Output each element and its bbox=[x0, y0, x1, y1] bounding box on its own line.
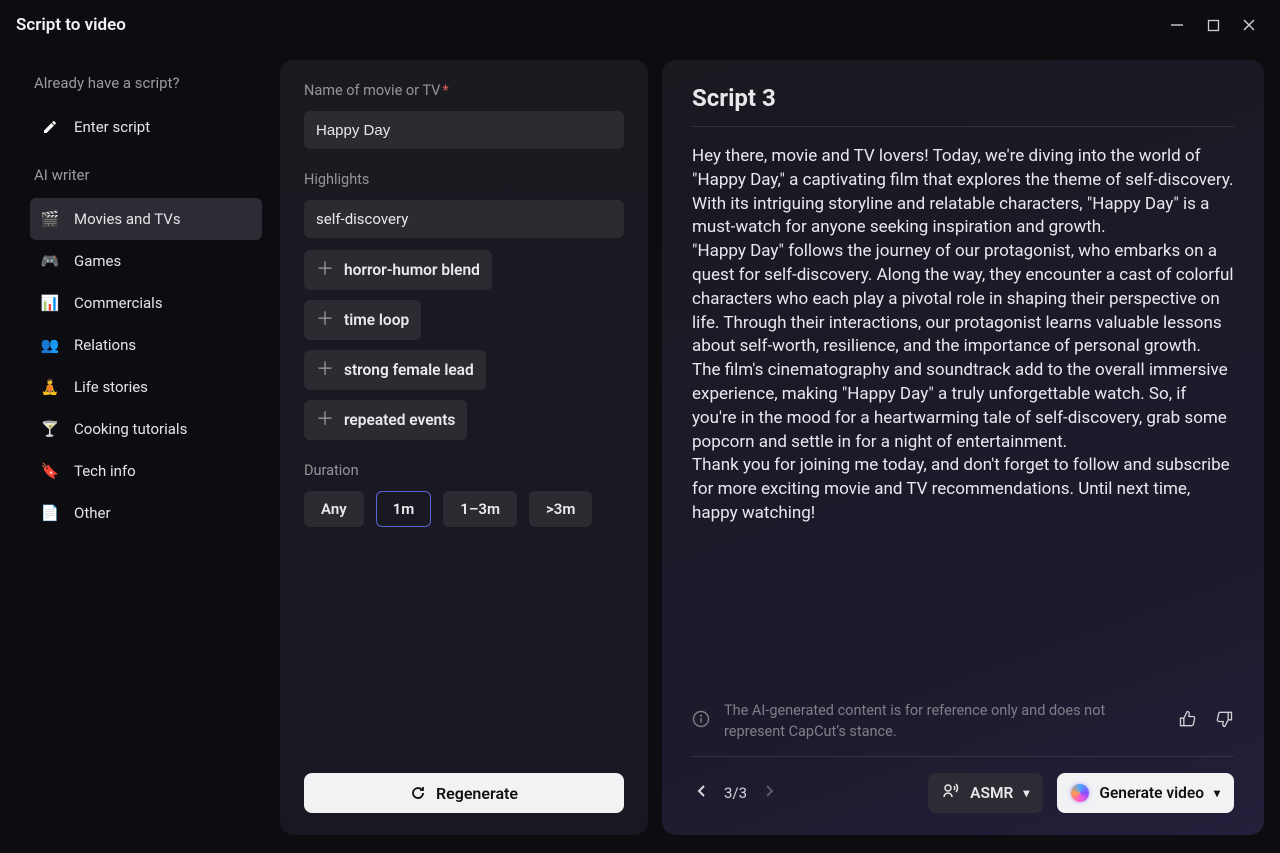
sidebar-item-movies-and-tvs[interactable]: 🎬 Movies and TVs bbox=[30, 198, 262, 240]
enter-script-button[interactable]: Enter script bbox=[30, 106, 262, 148]
sidebar-item-label: Tech info bbox=[74, 462, 136, 480]
sidebar-item-tech-info[interactable]: 🔖 Tech info bbox=[30, 450, 262, 492]
suggestion-chip[interactable]: ＋ horror-humor blend bbox=[304, 250, 492, 290]
category-icon: 🎮 bbox=[40, 251, 60, 271]
suggestion-chip-label: strong female lead bbox=[344, 361, 474, 379]
movie-name-input[interactable] bbox=[304, 111, 624, 149]
sidebar-item-label: Cooking tutorials bbox=[74, 420, 187, 438]
divider bbox=[692, 126, 1234, 127]
maximize-button[interactable] bbox=[1206, 18, 1220, 32]
sidebar-item-commercials[interactable]: 📊 Commercials bbox=[30, 282, 262, 324]
script-paragraph: "Happy Day" follows the journey of our p… bbox=[692, 240, 1234, 359]
category-icon: 📊 bbox=[40, 293, 60, 313]
ai-orb-icon bbox=[1071, 784, 1089, 802]
window-controls bbox=[1170, 18, 1256, 32]
feedback-buttons bbox=[1178, 709, 1234, 733]
highlights-label: Highlights bbox=[304, 171, 624, 188]
script-body: Hey there, movie and TV lovers! Today, w… bbox=[692, 145, 1234, 686]
pager-next-button[interactable] bbox=[759, 780, 779, 806]
thumbs-down-button[interactable] bbox=[1214, 709, 1234, 733]
script-paragraph: The film's cinematography and soundtrack… bbox=[692, 359, 1234, 454]
app-body: Already have a script? Enter script AI w… bbox=[0, 50, 1280, 853]
duration-option[interactable]: >3m bbox=[529, 491, 592, 527]
pencil-icon bbox=[40, 117, 60, 137]
window-title: Script to video bbox=[16, 15, 126, 35]
sidebar-item-label: Commercials bbox=[74, 294, 163, 312]
suggestion-chip-label: time loop bbox=[344, 311, 409, 329]
enter-script-label: Enter script bbox=[74, 118, 150, 136]
category-icon: 👥 bbox=[40, 335, 60, 355]
sidebar-item-games[interactable]: 🎮 Games bbox=[30, 240, 262, 282]
duration-option[interactable]: Any bbox=[304, 491, 364, 527]
pager-prev-button[interactable] bbox=[692, 780, 712, 806]
sidebar-item-label: Movies and TVs bbox=[74, 210, 181, 228]
sidebar-item-cooking-tutorials[interactable]: 🍸 Cooking tutorials bbox=[30, 408, 262, 450]
suggestion-list: ＋ horror-humor blend ＋ time loop ＋ strong fem… bbox=[304, 250, 624, 440]
category-icon: 🔖 bbox=[40, 461, 60, 481]
script-paragraph: Thank you for joining me today, and don'… bbox=[692, 454, 1234, 525]
sidebar: Already have a script? Enter script AI w… bbox=[10, 60, 266, 835]
sidebar-item-life-stories[interactable]: 🧘 Life stories bbox=[30, 366, 262, 408]
refresh-icon bbox=[410, 785, 426, 801]
category-icon: 📄 bbox=[40, 503, 60, 523]
generate-video-button[interactable]: Generate video ▾ bbox=[1057, 773, 1234, 813]
sidebar-item-label: Relations bbox=[74, 336, 136, 354]
name-label: Name of movie or TV* bbox=[304, 82, 624, 99]
sidebar-item-label: Other bbox=[74, 504, 111, 522]
highlights-input[interactable]: self-discovery bbox=[304, 200, 624, 238]
regenerate-button[interactable]: Regenerate bbox=[304, 773, 624, 813]
voice-icon bbox=[942, 782, 960, 804]
plus-icon: ＋ bbox=[316, 411, 334, 429]
suggestion-chip[interactable]: ＋ repeated events bbox=[304, 400, 467, 440]
voice-select-button[interactable]: ASMR ▾ bbox=[928, 773, 1043, 813]
duration-option[interactable]: 1m bbox=[376, 491, 432, 527]
sidebar-item-relations[interactable]: 👥 Relations bbox=[30, 324, 262, 366]
suggestion-chip-label: repeated events bbox=[344, 411, 455, 429]
sidebar-item-label: Life stories bbox=[74, 378, 148, 396]
form-panel: Name of movie or TV* Highlights self-dis… bbox=[280, 60, 648, 835]
info-icon bbox=[692, 710, 710, 732]
pager-display: 3/3 bbox=[724, 784, 747, 802]
ai-writer-section-label: AI writer bbox=[34, 166, 262, 184]
divider bbox=[692, 756, 1234, 757]
disclaimer-text: The AI-generated content is for referenc… bbox=[724, 700, 1164, 742]
plus-icon: ＋ bbox=[316, 261, 334, 279]
duration-label: Duration bbox=[304, 462, 624, 479]
suggestion-chip[interactable]: ＋ strong female lead bbox=[304, 350, 486, 390]
category-icon: 🍸 bbox=[40, 419, 60, 439]
sidebar-item-label: Games bbox=[74, 252, 121, 270]
thumbs-up-button[interactable] bbox=[1178, 709, 1198, 733]
plus-icon: ＋ bbox=[316, 361, 334, 379]
minimize-button[interactable] bbox=[1170, 18, 1184, 32]
suggestion-chip-label: horror-humor blend bbox=[344, 261, 480, 279]
duration-option[interactable]: 1–3m bbox=[443, 491, 517, 527]
titlebar: Script to video bbox=[0, 0, 1280, 50]
chevron-down-icon: ▾ bbox=[1214, 786, 1220, 800]
close-button[interactable] bbox=[1242, 18, 1256, 32]
disclaimer-row: The AI-generated content is for referenc… bbox=[692, 696, 1234, 742]
pager: 3/3 bbox=[692, 780, 779, 806]
category-icon: 🧘 bbox=[40, 377, 60, 397]
footer-row: 3/3 ASMR ▾ Generate video ▾ bbox=[692, 773, 1234, 813]
script-paragraph: Hey there, movie and TV lovers! Today, w… bbox=[692, 145, 1234, 240]
already-have-script-label: Already have a script? bbox=[34, 74, 262, 92]
suggestion-chip[interactable]: ＋ time loop bbox=[304, 300, 421, 340]
category-icon: 🎬 bbox=[40, 209, 60, 229]
duration-row: Any 1m 1–3m >3m bbox=[304, 491, 624, 527]
script-panel: Script 3 Hey there, movie and TV lovers!… bbox=[662, 60, 1264, 835]
script-title: Script 3 bbox=[692, 84, 1234, 112]
chevron-down-icon: ▾ bbox=[1023, 786, 1029, 800]
plus-icon: ＋ bbox=[316, 311, 334, 329]
sidebar-item-other[interactable]: 📄 Other bbox=[30, 492, 262, 534]
